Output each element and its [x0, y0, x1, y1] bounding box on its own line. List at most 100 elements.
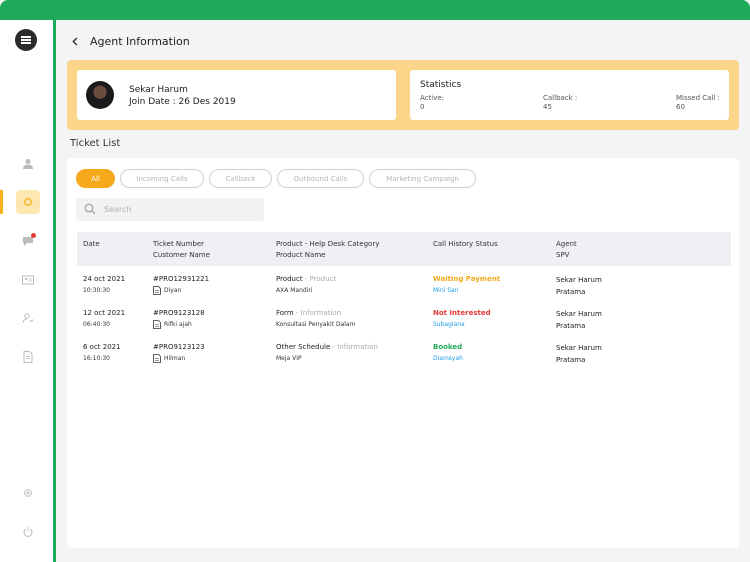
ticket-number[interactable]: #PRO9123123 [153, 342, 205, 353]
stat-value: 60 [676, 103, 685, 111]
status-cell: Booked Diamsyah [433, 342, 463, 364]
column-header-ticket: Ticket Number Customer Name [153, 239, 210, 261]
filter-outbound-calls[interactable]: Outbound Calls [277, 169, 364, 188]
page-header: Agent Information [68, 34, 190, 48]
spv-name: Pratama [556, 356, 586, 364]
date: 12 oct 2021 [83, 309, 126, 317]
column-header-product: Product - Help Desk Category Product Nam… [276, 239, 379, 261]
product: Other Schedule [276, 343, 331, 351]
sidebar [0, 20, 56, 562]
avatar [86, 81, 114, 109]
customer: Hilman [153, 353, 205, 364]
column-header-status: Call History Status [433, 239, 498, 250]
back-arrow-icon[interactable] [68, 34, 82, 48]
date: 6 oct 2021 [83, 343, 121, 351]
call-status: Waiting Payment [433, 275, 501, 283]
page-title: Agent Information [90, 34, 190, 48]
category: Information [337, 343, 378, 351]
stat-label: Callback : [543, 94, 578, 102]
ticket-list-panel: All Incoming Calls Callback Outbound Cal… [67, 158, 739, 548]
join-date: Join Date : 26 Des 2019 [129, 97, 236, 107]
filter-chips: All Incoming Calls Callback Outbound Cal… [76, 169, 476, 188]
product-name: Meja VIP [276, 355, 302, 362]
spv-name: Pratama [556, 322, 586, 330]
stat-callback: Callback : 45 [543, 94, 577, 112]
product: Form [276, 309, 294, 317]
contact-card-icon[interactable] [18, 270, 38, 290]
status-person: Subagiana [433, 321, 465, 328]
agent-card: Sekar Harum Join Date : 26 Des 2019 [77, 70, 396, 120]
agent-info-panel: Sekar Harum Join Date : 26 Des 2019 Stat… [67, 60, 739, 130]
customer-name: Diyan [164, 287, 182, 294]
stat-label: Active: [420, 94, 445, 102]
agent-cell: Sekar Harum Pratama [556, 342, 602, 366]
column-sublabel: SPV [556, 251, 570, 259]
filter-all[interactable]: All [76, 169, 115, 188]
customer-name: Hilman [164, 355, 186, 362]
ticket-cell: #PRO9123128 Rifki ajah [153, 308, 205, 330]
product-name: Konsultasi Penyakit Dalam [276, 321, 356, 328]
logo-icon[interactable] [15, 29, 37, 51]
column-label: Agent [556, 240, 577, 248]
search-icon [84, 200, 96, 219]
notification-dot [31, 233, 36, 238]
column-label: Call History Status [433, 240, 498, 248]
date: 24 oct 2021 [83, 275, 126, 283]
dashboard-icon[interactable] [16, 190, 40, 214]
user-icon[interactable] [18, 154, 38, 174]
power-icon[interactable] [18, 522, 38, 542]
spv-name: Pratama [556, 288, 586, 296]
date-cell: 6 oct 2021 16:10:30 [83, 342, 121, 364]
report-icon[interactable] [18, 347, 38, 367]
search-input[interactable] [104, 205, 254, 214]
ticket-number[interactable]: #PRO9123128 [153, 308, 205, 319]
time: 16:10:30 [83, 355, 110, 362]
table-row[interactable]: 6 oct 2021 16:10:30 #PRO9123123 Hilman O… [77, 336, 731, 370]
customer-name: Rifki ajah [164, 321, 192, 328]
agent-name: Sekar Harum [129, 85, 188, 95]
column-header-date: Date [83, 239, 100, 250]
active-indicator [0, 190, 3, 214]
product: Product [276, 275, 303, 283]
filter-incoming-calls[interactable]: Incoming Calls [120, 169, 204, 188]
agent-name: Sekar Harum [556, 344, 602, 352]
product-cell: Product - Product AXA Mandiri [276, 274, 336, 296]
statistics-title: Statistics [420, 80, 462, 90]
status-cell: Not Interested Subagiana [433, 308, 491, 330]
time: 10:30:30 [83, 287, 110, 294]
product-cell: Other Schedule - Information Meja VIP [276, 342, 378, 364]
time: 06:40:30 [83, 321, 110, 328]
column-sublabel: Customer Name [153, 251, 210, 259]
date-cell: 12 oct 2021 06:40:30 [83, 308, 125, 330]
search-bar [76, 198, 264, 221]
ticket-list-title: Ticket List [70, 138, 121, 149]
stat-missed-call: Missed Call : 60 [676, 94, 720, 112]
table-row[interactable]: 24 oct 2021 10:30:30 #PRO12931221 Diyan … [77, 268, 731, 302]
top-bar [0, 0, 750, 20]
stat-label: Missed Call : [676, 94, 720, 102]
agent-cell: Sekar Harum Pratama [556, 308, 602, 332]
stat-value: 0 [420, 103, 425, 111]
column-header-agent: Agent SPV [556, 239, 577, 261]
document-icon [153, 354, 161, 363]
document-icon [153, 320, 161, 329]
filter-marketing-campaign[interactable]: Marketing Campaign [369, 169, 476, 188]
stat-value: 45 [543, 103, 552, 111]
call-status: Booked [433, 343, 463, 351]
column-label: Product - Help Desk Category [276, 240, 380, 248]
customer: Diyan [153, 285, 209, 296]
ticket-number[interactable]: #PRO12931221 [153, 274, 209, 285]
chat-icon[interactable] [18, 231, 38, 251]
ticket-cell: #PRO12931221 Diyan [153, 274, 209, 296]
category: Product [309, 275, 337, 283]
status-person: Diamsyah [433, 355, 463, 362]
table-header: Date Ticket Number Customer Name Product… [77, 232, 731, 266]
customer: Rifki ajah [153, 319, 205, 330]
settings-icon[interactable] [18, 483, 38, 503]
agent-name: Sekar Harum [556, 310, 602, 318]
table-row[interactable]: 12 oct 2021 06:40:30 #PRO9123128 Rifki a… [77, 302, 731, 336]
ticket-cell: #PRO9123123 Hilman [153, 342, 205, 364]
agent-icon[interactable] [18, 308, 38, 328]
filter-callback[interactable]: Callback [209, 169, 272, 188]
category: Information [300, 309, 342, 317]
